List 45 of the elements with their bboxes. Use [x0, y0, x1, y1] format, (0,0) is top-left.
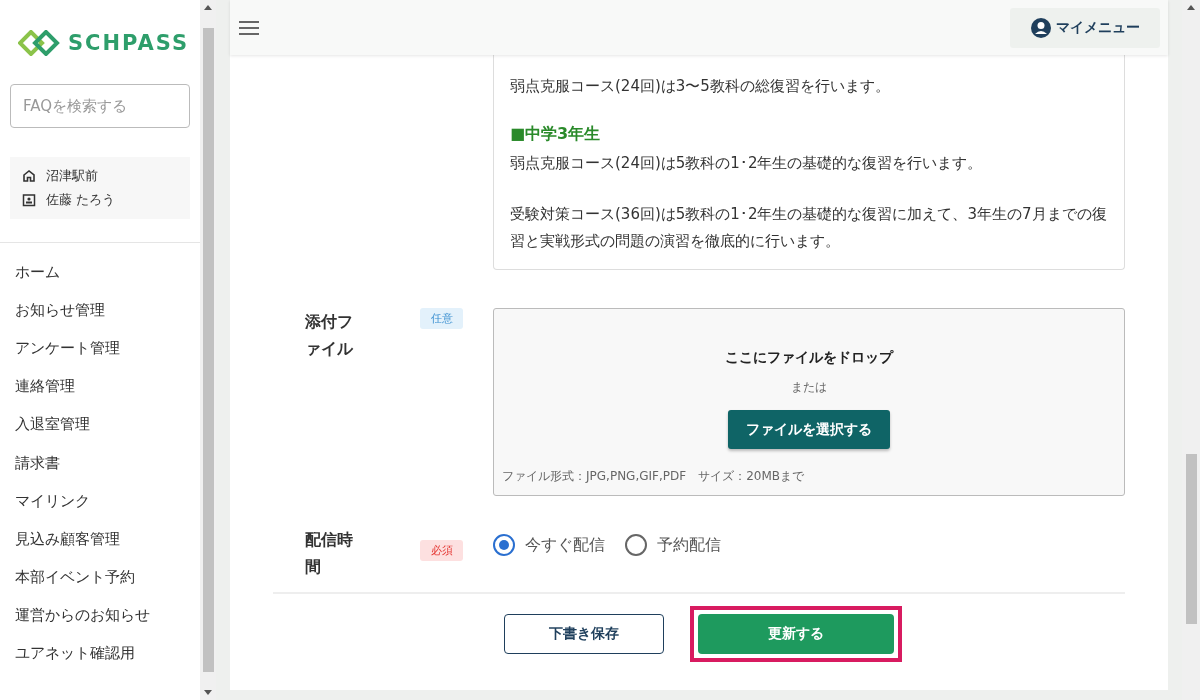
- sidebar-menu-item[interactable]: 請求書: [0, 443, 200, 483]
- id-card-icon: [22, 193, 36, 207]
- scrollbar-thumb[interactable]: [1185, 454, 1197, 624]
- or-text: または: [791, 379, 827, 396]
- sidebar-menu-item[interactable]: 見込み顧客管理: [0, 520, 200, 559]
- message-paragraph: 弱点克服コース(24回)は3〜5教科の総復習を行います。: [510, 76, 891, 97]
- radio-button[interactable]: [625, 534, 647, 556]
- school-name: 沼津駅前: [46, 167, 98, 185]
- home-icon: [22, 169, 36, 183]
- my-menu-button[interactable]: マイメニュー: [1010, 7, 1160, 48]
- user-icon: [1030, 16, 1052, 39]
- update-button[interactable]: 更新する: [698, 614, 894, 654]
- sidebar-menu-item[interactable]: 本部イベント予約: [0, 558, 200, 597]
- save-draft-button[interactable]: 下書き保存: [504, 614, 664, 654]
- logo-icon: [18, 30, 62, 56]
- radio-label: 予約配信: [657, 534, 721, 556]
- logo-text: SCHPASS: [68, 31, 190, 55]
- menu-icon[interactable]: [238, 19, 260, 36]
- sidebar-menu-item[interactable]: ホーム: [0, 253, 200, 292]
- file-drop-zone[interactable]: ここにファイルをドロップ または ファイルを選択する ファイル形式：JPG,PNG,GIF,PDF サイズ：20MBまで: [493, 308, 1125, 496]
- sidebar-menu-item[interactable]: お知らせ管理: [0, 291, 200, 330]
- sidebar-menu-item[interactable]: アンケート管理: [0, 329, 200, 368]
- message-paragraph: 受験対策コース(36回)は5教科の1･2年生の基礎的な復習に加えて、3年生の7月までの復習と実戦形式の問題の演習を徹底的に行います。: [510, 204, 1108, 252]
- scrollbar-thumb[interactable]: [202, 28, 214, 672]
- field-label: 配信時間: [305, 529, 354, 578]
- file-format-hint: ファイル形式：JPG,PNG,GIF,PDF サイズ：20MBまで: [502, 468, 804, 485]
- radio-option[interactable]: 今すぐ配信: [493, 534, 605, 556]
- radio-label: 今すぐ配信: [525, 534, 605, 556]
- user-name: 佐藤 たろう: [46, 191, 116, 209]
- message-paragraph: 弱点克服コース(24回)は5教科の1･2年生の基礎的な復習を行います。: [510, 153, 984, 174]
- faq-search-field[interactable]: FAQを検索する: [10, 84, 190, 128]
- sidebar-menu-item[interactable]: 運営からのお知らせ: [0, 596, 200, 635]
- select-file-button[interactable]: ファイルを選択する: [728, 410, 890, 449]
- radio-button[interactable]: [493, 534, 515, 556]
- sidebar-menu-item[interactable]: 入退室管理: [0, 405, 200, 444]
- radio-option[interactable]: 予約配信: [625, 534, 721, 556]
- required-badge: 必須: [420, 540, 463, 561]
- sidebar-menu-item[interactable]: マイリンク: [0, 482, 200, 521]
- sidebar-menu-item[interactable]: 連絡管理: [0, 367, 200, 406]
- optional-badge: 任意: [420, 308, 463, 329]
- drop-instruction: ここにファイルをドロップ: [725, 349, 893, 367]
- sidebar-menu-item[interactable]: ユアネット確認用: [0, 634, 200, 674]
- message-text-area[interactable]: 弱点克服コース(24回)は3〜5教科の総復習を行います。 ■中学3年生 弱点克服コース(24回)は5教科の1･2年生の基礎的な復習を行います。 受験対策コース(36回)は5教科の1･2年生の基礎的な復習に加えて、3年生の7月までの復習と実戦形式の問題の演習を徹底的に行います。: [493, 55, 1125, 270]
- section-heading: ■中学3年生: [510, 124, 602, 144]
- field-label: 添付ファイル: [305, 311, 354, 360]
